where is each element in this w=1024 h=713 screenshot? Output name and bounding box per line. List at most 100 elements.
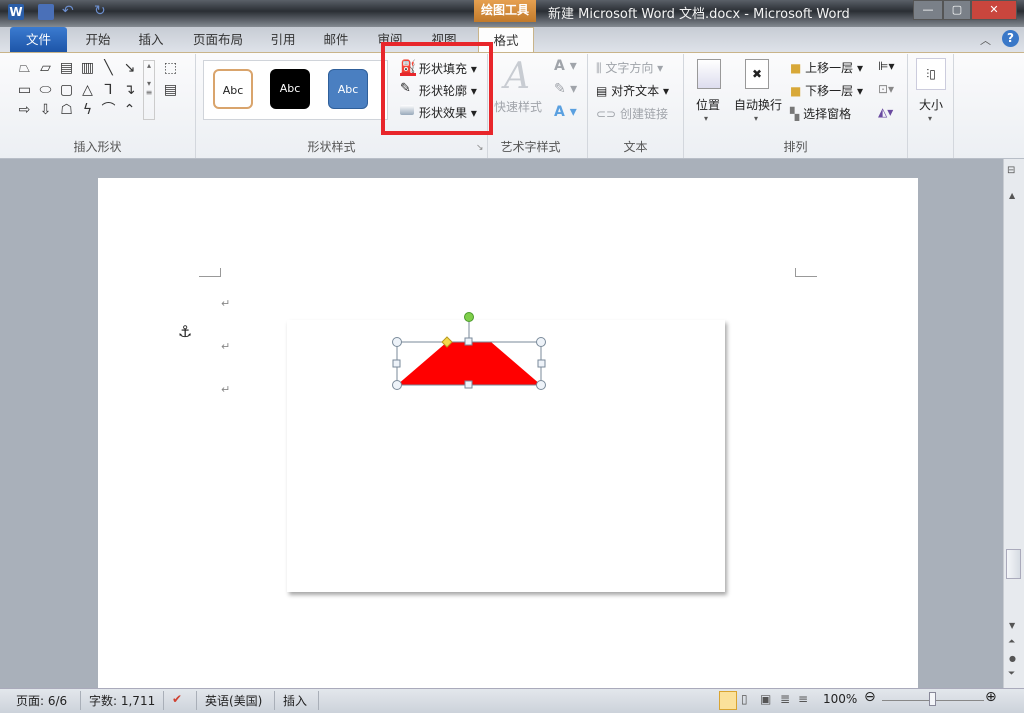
resize-handle-s[interactable] (464, 380, 473, 389)
textbox-shape-icon[interactable]: ▤ (58, 60, 75, 76)
wrap-text-button[interactable]: 自动换行 (734, 96, 782, 113)
oval-shape-icon[interactable]: ⬭ (37, 82, 54, 98)
minimize-button[interactable]: — (913, 0, 943, 20)
style-sample-black[interactable]: Abc (270, 69, 310, 109)
zoom-in-icon[interactable]: ⊕ (985, 689, 997, 705)
create-link-button[interactable]: ⊂⊃ 创建链接 (596, 105, 668, 122)
tab-file[interactable]: 文件 (10, 27, 67, 52)
redo-icon[interactable]: ↻ (94, 4, 110, 20)
zoom-slider-thumb[interactable] (929, 692, 936, 706)
resize-handle-nw[interactable] (392, 337, 402, 347)
rotate-icon[interactable]: ◭▾ (878, 105, 893, 119)
scroll-thumb[interactable] (1006, 549, 1021, 579)
scroll-up-icon[interactable]: ▲ (1009, 191, 1015, 200)
curve-shape-icon[interactable]: ⌃ (121, 102, 138, 118)
quick-styles-button[interactable]: 快速样式 (494, 98, 542, 115)
bring-forward-button[interactable]: ■ 上移一层 ▾ (790, 59, 863, 76)
send-backward-button[interactable]: ■ 下移一层 ▾ (790, 82, 863, 99)
resize-handle-n[interactable] (464, 337, 473, 346)
elbow-connector-icon[interactable]: ⅂ (100, 82, 117, 98)
word-count[interactable]: 字数: 1,711 (89, 692, 155, 709)
arrow-shape-icon[interactable]: ↘ (121, 60, 138, 76)
align-icon[interactable]: ⊫▾ (878, 59, 894, 73)
maximize-button[interactable]: ▢ (943, 0, 971, 20)
line-shape-icon[interactable]: ╲ (100, 60, 117, 76)
web-layout-icon[interactable]: ▣ (760, 692, 771, 706)
rounded-rect-shape-icon[interactable]: ▢ (58, 82, 75, 98)
draw-textbox-icon[interactable]: ▤ (162, 82, 179, 98)
browse-object-icon[interactable]: ● (1009, 654, 1016, 663)
wrap-dropdown-icon[interactable]: ▾ (754, 114, 758, 123)
trapezoid-shape[interactable] (380, 305, 560, 400)
draft-view-icon[interactable]: ≡ (798, 692, 808, 706)
full-screen-reading-icon[interactable]: ▯ (741, 692, 748, 706)
parallelogram-shape-icon[interactable]: ▱ (37, 60, 54, 76)
insert-mode[interactable]: 插入 (283, 692, 307, 709)
group-icon[interactable]: ⊡▾ (878, 82, 894, 96)
undo-icon[interactable]: ↶ (62, 4, 78, 20)
ruler-toggle-icon[interactable]: ⊟ (1007, 165, 1015, 176)
text-fill-icon[interactable]: A ▾ (554, 58, 577, 74)
vertical-textbox-shape-icon[interactable]: ▥ (79, 60, 96, 76)
elbow-arrow-icon[interactable]: ↴ (121, 82, 138, 98)
size-dropdown-icon[interactable]: ▾ (928, 114, 932, 123)
resize-handle-w[interactable] (392, 359, 401, 368)
help-icon[interactable]: ? (1002, 30, 1019, 47)
position-button[interactable]: 位置 (696, 96, 720, 113)
edit-shape-icon[interactable]: ⬚ (162, 60, 179, 76)
rotate-handle[interactable] (464, 312, 474, 322)
triangle-shape-icon[interactable]: △ (79, 82, 96, 98)
tab-mailings[interactable]: 邮件 (318, 27, 354, 52)
align-text-button[interactable]: ▤ 对齐文本 ▾ (596, 82, 669, 99)
resize-handle-ne[interactable] (536, 337, 546, 347)
window-title: 新建 Microsoft Word 文档.docx - Microsoft Wo… (548, 7, 850, 22)
text-effects-icon[interactable]: A ▾ (554, 104, 577, 120)
arc-shape-icon[interactable]: ⌒ (100, 102, 117, 118)
proofing-icon[interactable]: ✔ (172, 692, 182, 706)
tab-insert[interactable]: 插入 (133, 27, 169, 52)
style-sample-orange-outline[interactable]: Abc (213, 69, 253, 109)
freeform-shape-icon[interactable]: ☖ (58, 102, 75, 118)
vertical-scrollbar[interactable]: ⊟ ▲ ▼ ⏶ ● ⏷ (1003, 159, 1024, 689)
trapezoid-fill[interactable] (397, 342, 541, 385)
text-outline-icon[interactable]: ✎ ▾ (554, 81, 577, 97)
scroll-down-icon[interactable]: ▼ (1009, 621, 1015, 630)
tab-page-layout[interactable]: 页面布局 (188, 27, 248, 52)
anchor-icon: ⚓ (178, 322, 193, 341)
shapes-gallery-scroll[interactable]: ▴ ▾ ≡ (143, 60, 155, 120)
text-direction-label: 文字方向 (605, 61, 654, 75)
print-layout-view-icon[interactable] (719, 691, 737, 710)
trapezoid-shape-icon[interactable]: ⏢ (16, 60, 33, 76)
zoom-level[interactable]: 100% (823, 692, 857, 706)
word-logo-icon[interactable]: W (8, 4, 24, 20)
tab-references[interactable]: 引用 (265, 27, 301, 52)
size-button[interactable]: 大小 (919, 96, 943, 113)
language[interactable]: 英语(美国) (205, 692, 262, 709)
selection-pane-button[interactable]: ▚ 选择窗格 (790, 105, 851, 122)
previous-page-icon[interactable]: ⏶ (1008, 637, 1015, 647)
collapse-ribbon-icon[interactable]: ︿ (980, 32, 991, 48)
create-link-label: 创建链接 (619, 107, 668, 121)
quick-styles-icon[interactable]: A (504, 56, 530, 97)
tab-home[interactable]: 开始 (80, 27, 116, 52)
group-label: 排列 (783, 140, 808, 154)
position-dropdown-icon[interactable]: ▾ (704, 114, 708, 123)
page-count[interactable]: 页面: 6/6 (16, 692, 67, 709)
style-sample-blue[interactable]: Abc (328, 69, 368, 109)
zoom-out-icon[interactable]: ⊖ (864, 689, 876, 705)
resize-handle-sw[interactable] (392, 380, 402, 390)
text-direction-button[interactable]: ⫼ 文字方向 ▾ (596, 59, 663, 76)
scribble-shape-icon[interactable]: ϟ (79, 102, 96, 118)
right-arrow-shape-icon[interactable]: ⇨ (16, 102, 33, 118)
outline-view-icon[interactable]: ≣ (780, 692, 790, 706)
save-icon[interactable] (38, 4, 54, 20)
align-text-label: 对齐文本 (611, 84, 660, 98)
down-arrow-shape-icon[interactable]: ⇩ (37, 102, 54, 118)
resize-handle-se[interactable] (536, 380, 546, 390)
dialog-launcher-icon[interactable]: ↘ (476, 143, 484, 153)
resize-handle-e[interactable] (537, 359, 546, 368)
next-page-icon[interactable]: ⏷ (1008, 669, 1015, 679)
group-arrange: 位置 ▾ ✖ 自动换行 ▾ ■ 上移一层 ▾ ■ 下移一层 ▾ ▚ 选择窗格 ⊫… (684, 54, 908, 158)
close-button[interactable]: ✕ (971, 0, 1017, 20)
rectangle-shape-icon[interactable]: ▭ (16, 82, 33, 98)
